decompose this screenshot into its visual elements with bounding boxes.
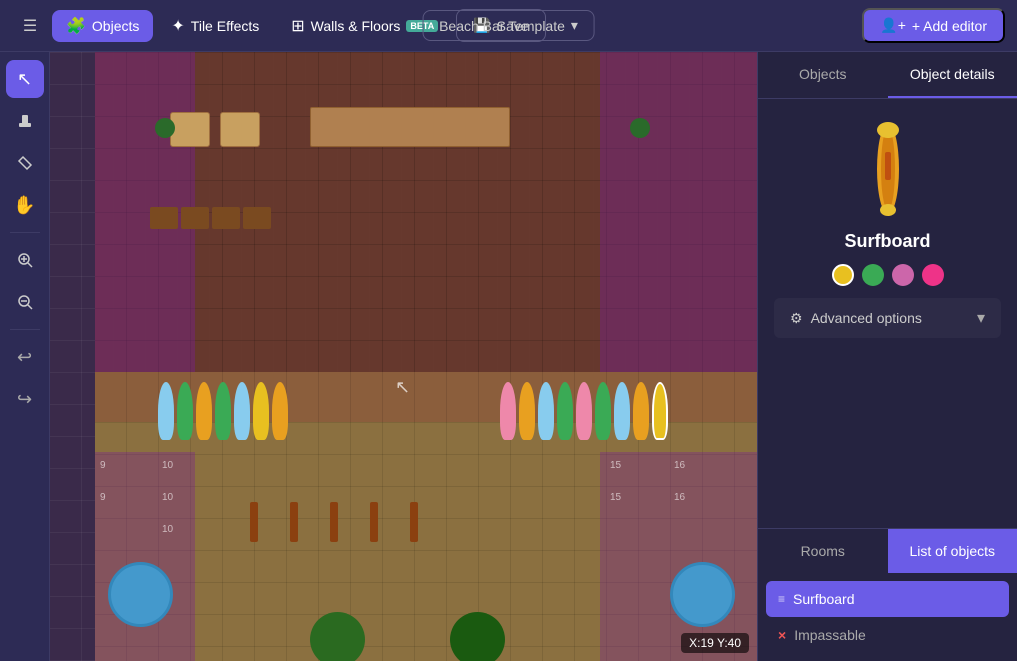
walls-floors-nav-label: Walls & Floors (311, 18, 401, 34)
objects-nav-label: Objects (92, 18, 139, 34)
torches-row (250, 502, 418, 542)
advanced-options-left: ⚙ Advanced options (790, 310, 922, 327)
selected-surfboard (652, 382, 668, 440)
right-panel: Objects Object details Surfboard (757, 52, 1017, 661)
template-label: Beach Bar Template (439, 18, 565, 34)
tile-num-16b: 16 (674, 492, 685, 503)
tree-2 (450, 612, 505, 661)
bottom-tab-row: Rooms List of objects (758, 529, 1017, 573)
coordinate-display: X:19 Y:40 (681, 633, 749, 653)
hamburger-icon: ☰ (23, 16, 37, 36)
list-item-icon-impassable: × (778, 627, 786, 643)
advanced-options-label: Advanced options (811, 310, 922, 326)
nav-right: 👤+ + Add editor (862, 8, 1005, 43)
tree-1 (310, 612, 365, 661)
coord-text: X:19 Y:40 (689, 636, 741, 650)
tab-objects[interactable]: Objects (758, 52, 888, 98)
object-name: Surfboard (844, 231, 930, 252)
surfboard-group-left (158, 382, 288, 440)
add-editor-button[interactable]: 👤+ + Add editor (862, 8, 1005, 43)
tab-object-details[interactable]: Object details (888, 52, 1017, 98)
tab-list-label: List of objects (909, 543, 995, 559)
chevron-down-icon: ▾ (977, 308, 985, 328)
color-swatch-yellow[interactable] (832, 264, 854, 286)
add-editor-icon: 👤+ (880, 17, 906, 34)
left-sidebar: ↖ ✋ ↩ ↪ (0, 52, 50, 661)
undo-tool[interactable]: ↩ (6, 338, 44, 376)
tile-effects-nav-button[interactable]: ✦ Tile Effects (157, 10, 273, 42)
redo-tool[interactable]: ↪ (6, 380, 44, 418)
tab-rooms-label: Rooms (801, 543, 845, 559)
zoom-out-tool[interactable] (6, 283, 44, 321)
add-editor-label: + Add editor (912, 18, 987, 34)
fountain-left (108, 562, 173, 627)
color-swatch-hotpink[interactable] (922, 264, 944, 286)
bar-counter (310, 107, 510, 147)
list-item-surfboard[interactable]: ≡ Surfboard (766, 581, 1009, 617)
cursor-indicator: ↖ (395, 377, 410, 398)
tab-rooms[interactable]: Rooms (758, 529, 888, 573)
tile-num-10a: 10 (162, 460, 173, 471)
stamp-tool[interactable] (6, 102, 44, 140)
tab-list-of-objects[interactable]: List of objects (888, 529, 1017, 573)
tile-num-16a: 16 (674, 460, 685, 471)
advanced-options-toggle[interactable]: ⚙ Advanced options ▾ (774, 298, 1001, 338)
tile-num-9b: 9 (100, 492, 106, 503)
objects-icon: 🧩 (66, 16, 86, 36)
select-tool[interactable]: ↖ (6, 60, 44, 98)
object-sprite (858, 119, 918, 219)
object-details-section: Surfboard ⚙ Advanced options ▾ (758, 99, 1017, 358)
chevron-down-icon: ▾ (571, 17, 578, 34)
zoom-in-tool[interactable] (6, 241, 44, 279)
tile-num-9: 9 (100, 460, 106, 471)
map-right-purple (600, 52, 757, 377)
tile-num-15a: 15 (610, 460, 621, 471)
panel-spacer (758, 358, 1017, 528)
color-swatch-pink[interactable] (892, 264, 914, 286)
panel-tabs: Objects Object details (758, 52, 1017, 99)
table-1 (170, 112, 210, 147)
main-layout: ↖ ✋ ↩ ↪ (0, 52, 1017, 661)
map-lower-right-purple (600, 452, 757, 661)
tile-num-15b: 15 (610, 492, 621, 503)
object-name-text: Surfboard (844, 231, 930, 251)
canvas-area[interactable]: 9 9 10 10 10 15 15 16 16 ↖ X:19 Y:40 (50, 52, 757, 661)
plant-2 (630, 118, 650, 138)
sidebar-divider-1 (10, 232, 40, 233)
top-nav: ☰ 🧩 Objects ✦ Tile Effects ⊞ Walls & Flo… (0, 0, 1017, 52)
tab-object-details-label: Object details (910, 66, 995, 82)
gear-icon: ⚙ (790, 310, 803, 327)
tile-effects-icon: ✦ (171, 16, 184, 36)
nav-center: Beach Bar Template ▾ (422, 10, 595, 41)
objects-nav-button[interactable]: 🧩 Objects (52, 10, 153, 42)
tile-num-10c: 10 (162, 524, 173, 535)
tab-objects-label: Objects (799, 66, 846, 82)
table-2 (220, 112, 260, 147)
list-item-surfboard-label: Surfboard (793, 591, 854, 607)
surfboard-group-right (500, 382, 668, 440)
hamburger-button[interactable]: ☰ (12, 8, 48, 44)
fountain-right (670, 562, 735, 627)
hand-tool[interactable]: ✋ (6, 186, 44, 224)
erase-tool[interactable] (6, 144, 44, 182)
object-list: ≡ Surfboard × Impassable (758, 573, 1017, 661)
bottom-tabs: Rooms List of objects ≡ Surfboard × Impa… (758, 528, 1017, 661)
tile-effects-nav-label: Tile Effects (191, 18, 259, 34)
list-item-impassable[interactable]: × Impassable (766, 617, 1009, 653)
list-item-icon-surfboard: ≡ (778, 592, 785, 606)
template-button[interactable]: Beach Bar Template ▾ (422, 10, 595, 41)
plant-1 (155, 118, 175, 138)
color-swatch-green[interactable] (862, 264, 884, 286)
sidebar-divider-2 (10, 329, 40, 330)
map-tiles: 9 9 10 10 10 15 15 16 16 ↖ (50, 52, 757, 661)
color-swatches (832, 264, 944, 286)
walls-floors-icon: ⊞ (291, 16, 304, 36)
chairs-row-1 (150, 207, 271, 229)
map-lower-left-purple (95, 452, 195, 661)
list-item-impassable-label: Impassable (794, 627, 866, 643)
surfboard-sprite-svg (873, 122, 903, 217)
tile-num-10b: 10 (162, 492, 173, 503)
